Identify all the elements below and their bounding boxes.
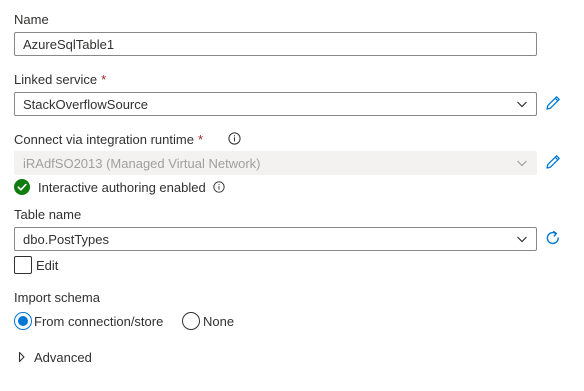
radio-from-connection-store[interactable] (14, 312, 32, 330)
required-marker: * (101, 72, 107, 87)
interactive-authoring-info-button[interactable] (211, 179, 227, 195)
edit-linked-service-button[interactable] (543, 93, 563, 113)
required-marker: * (197, 132, 203, 147)
pencil-icon (546, 155, 560, 169)
advanced-label: Advanced (34, 349, 92, 365)
interactive-authoring-status: Interactive authoring enabled (38, 180, 206, 195)
radio-none-label: None (203, 314, 235, 329)
integration-runtime-label: Connect via integration runtime * (14, 132, 203, 147)
linked-service-label-text: Linked service (14, 72, 98, 87)
radio-from-connection-store-label: From connection/store (34, 314, 164, 329)
edit-checkbox[interactable] (14, 256, 32, 274)
radio-none[interactable] (182, 312, 200, 330)
table-name-dropdown[interactable]: dbo.PostTypes (14, 227, 537, 251)
chevron-down-icon (517, 101, 527, 108)
linked-service-dropdown[interactable]: StackOverflowSource (14, 92, 537, 116)
refresh-icon (546, 230, 559, 245)
import-schema-label: Import schema (14, 290, 100, 305)
integration-runtime-label-text: Connect via integration runtime (14, 132, 194, 147)
integration-runtime-dropdown[interactable]: iRAdfSO2013 (Managed Virtual Network) (14, 151, 537, 175)
linked-service-value: StackOverflowSource (23, 96, 148, 112)
info-icon (213, 181, 225, 193)
edit-integration-runtime-button[interactable] (543, 152, 563, 172)
chevron-right-icon (18, 351, 25, 363)
chevron-down-icon (517, 236, 527, 243)
linked-service-label: Linked service * (14, 72, 106, 87)
edit-checkbox-label: Edit (36, 258, 59, 273)
integration-runtime-info-button[interactable] (226, 130, 242, 146)
table-name-label: Table name (14, 207, 82, 222)
success-check-icon (14, 179, 30, 195)
pencil-icon (546, 96, 560, 110)
table-name-value: dbo.PostTypes (23, 231, 109, 247)
refresh-table-button[interactable] (543, 228, 563, 248)
integration-runtime-value: iRAdfSO2013 (Managed Virtual Network) (23, 155, 261, 171)
name-input[interactable]: AzureSqlTable1 (14, 32, 537, 56)
name-label: Name (14, 12, 49, 27)
chevron-down-icon (517, 160, 527, 167)
name-input-value: AzureSqlTable1 (23, 36, 115, 52)
info-icon (227, 131, 241, 145)
advanced-toggle[interactable]: Advanced (14, 347, 114, 367)
